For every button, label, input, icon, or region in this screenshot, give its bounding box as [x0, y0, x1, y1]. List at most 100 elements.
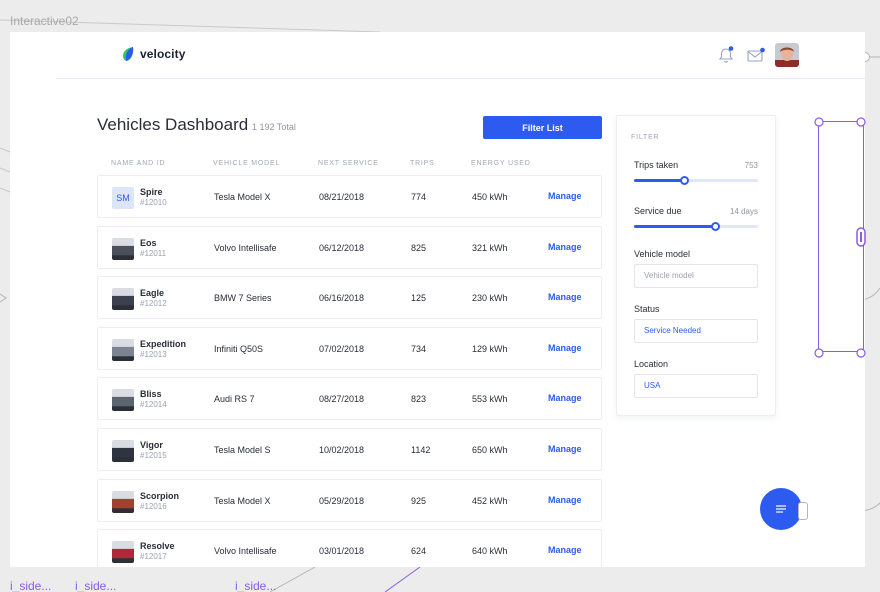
- table-row[interactable]: Expedition #12013 Infiniti Q50S 07/02/2018 7…: [97, 326, 602, 370]
- avatar-image: [775, 43, 799, 67]
- vehicle-model: BMW 7 Series: [214, 293, 272, 304]
- table-row[interactable]: Bliss #12014 Audi RS 7 08/27/2018 823 553 kWh…: [97, 377, 602, 421]
- fab-connector-handle: [798, 502, 808, 520]
- energy-used: 230 kWh: [472, 293, 508, 304]
- artboard-link-label-2: i_side...: [75, 579, 117, 592]
- hotspot-handles: [814, 117, 866, 358]
- trips-count: 774: [411, 192, 427, 202]
- vehicle-name: Scorpion: [140, 490, 180, 501]
- service-due-slider[interactable]: [634, 222, 758, 231]
- manage-link[interactable]: Manage: [548, 393, 582, 403]
- notifications-button[interactable]: [716, 45, 736, 70]
- trips-count: 1142: [411, 445, 431, 455]
- manage-link[interactable]: Manage: [548, 242, 582, 252]
- filter-panel: FILTER Trips taken 753 Service due 14 da…: [616, 115, 776, 416]
- floating-menu-button[interactable]: [760, 488, 802, 530]
- vehicle-id: #12017: [140, 552, 167, 562]
- next-service: 06/12/2018: [319, 242, 365, 253]
- column-header-model: VEHICLE MODEL: [213, 160, 281, 167]
- table-row[interactable]: Vigor #12015 Tesla Model S 10/02/2018 1142 65…: [97, 428, 602, 471]
- manage-link[interactable]: Manage: [548, 343, 582, 353]
- status-label: Status: [634, 304, 660, 314]
- top-navigation-bar: velocity: [56, 32, 865, 79]
- energy-used: 450 kWh: [472, 192, 508, 202]
- vehicle-model-input[interactable]: Vehicle model: [634, 264, 758, 288]
- next-service: 05/29/2018: [319, 495, 365, 506]
- vehicle-thumbnail: [112, 389, 134, 412]
- vehicle-model: Volvo Intellisafe: [214, 242, 277, 253]
- status-select[interactable]: Service Needed: [634, 319, 758, 343]
- location-select[interactable]: USA: [634, 374, 758, 398]
- table-row[interactable]: Eos #12011 Volvo Intellisafe 06/12/2018 825 3…: [97, 225, 602, 269]
- trips-count: 734: [411, 343, 427, 354]
- energy-used: 640 kWh: [472, 546, 508, 557]
- filter-list-button[interactable]: Filter List: [483, 116, 602, 139]
- vehicle-id: #12016: [140, 501, 167, 511]
- trips-slider-handle[interactable]: [679, 176, 689, 185]
- vehicle-name: Eos: [140, 237, 157, 248]
- vehicle-name: Spire: [140, 187, 163, 197]
- vehicle-thumbnail: [112, 237, 134, 260]
- bell-icon: [718, 46, 734, 63]
- trips-count: 925: [411, 495, 427, 506]
- vehicle-model: Volvo Intellisafe: [214, 546, 277, 557]
- filter-heading: FILTER: [631, 134, 660, 141]
- vehicle-name: Expedition: [140, 338, 187, 349]
- column-header-energy: ENERGY USED: [471, 160, 531, 167]
- service-slider-handle[interactable]: [710, 222, 720, 231]
- vehicle-id: #12014: [140, 400, 167, 410]
- vehicle-thumbnail: [112, 288, 134, 311]
- column-header-next-service: NEXT SERVICE: [318, 160, 379, 167]
- manage-link[interactable]: Manage: [548, 292, 582, 302]
- vehicle-model: Tesla Model X: [214, 192, 271, 202]
- total-count: 1 192 Total: [252, 122, 296, 132]
- vehicle-name: Eagle: [140, 288, 165, 299]
- manage-link[interactable]: Manage: [548, 495, 582, 505]
- messages-button[interactable]: [746, 47, 766, 68]
- vehicle-thumbnail: [112, 338, 134, 361]
- manage-link[interactable]: Manage: [548, 191, 582, 201]
- energy-used: 452 kWh: [472, 495, 508, 506]
- trips-count: 125: [411, 293, 427, 304]
- manage-link[interactable]: Manage: [548, 545, 582, 555]
- page-title: Vehicles Dashboard: [97, 115, 249, 134]
- table-row[interactable]: SM Spire #12010 Tesla Model X 08/21/2018 774 4…: [97, 175, 602, 218]
- vehicle-thumbnail: [112, 490, 134, 513]
- service-due-value: 14 days: [729, 207, 758, 216]
- table-row[interactable]: Eagle #12012 BMW 7 Series 06/16/2018 125 230 …: [97, 276, 602, 320]
- manage-link[interactable]: Manage: [548, 444, 582, 454]
- vehicle-thumbnail: [112, 440, 134, 462]
- next-service: 08/27/2018: [319, 394, 365, 405]
- table-row[interactable]: Resolve #12017 Volvo Intellisafe 03/01/2018…: [97, 529, 602, 567]
- brand-name: velocity: [140, 47, 186, 61]
- table-row[interactable]: Scorpion #12016 Tesla Model X 05/29/2018 925…: [97, 478, 602, 522]
- energy-used: 553 kWh: [472, 394, 508, 405]
- trips-count: 825: [411, 242, 427, 253]
- user-avatar[interactable]: [775, 43, 799, 67]
- menu-lines-icon: [776, 505, 786, 513]
- column-header-trips: TRIPS: [410, 160, 435, 167]
- trips-count: 624: [411, 546, 427, 557]
- artboard-name: Interactive02: [10, 14, 79, 28]
- vehicle-model: Infiniti Q50S: [214, 343, 264, 354]
- vehicle-thumbnail: [112, 541, 134, 564]
- trips-taken-slider[interactable]: [634, 176, 758, 185]
- vehicle-id: #12011: [140, 248, 167, 258]
- next-service: 08/21/2018: [319, 192, 365, 202]
- vehicle-id: #12015: [140, 451, 167, 460]
- artboard-link-label-1: i_side...: [10, 579, 52, 592]
- artboard-link-label-3: i_side...: [235, 579, 277, 592]
- vehicle-id: #12010: [140, 198, 167, 207]
- next-service: 07/02/2018: [319, 343, 365, 354]
- next-service: 03/01/2018: [319, 546, 365, 557]
- brand-logo[interactable]: velocity: [122, 46, 186, 62]
- vehicle-name: Resolve: [140, 541, 175, 552]
- energy-used: 650 kWh: [472, 445, 508, 455]
- vehicle-model: Audi RS 7: [214, 394, 255, 405]
- trips-count: 823: [411, 394, 427, 405]
- trips-slider-fill: [634, 179, 684, 182]
- vehicle-model-label: Vehicle model: [634, 249, 691, 259]
- column-header-name: NAME AND ID: [111, 160, 166, 167]
- location-label: Location: [634, 359, 669, 369]
- vehicle-name: Vigor: [140, 440, 163, 450]
